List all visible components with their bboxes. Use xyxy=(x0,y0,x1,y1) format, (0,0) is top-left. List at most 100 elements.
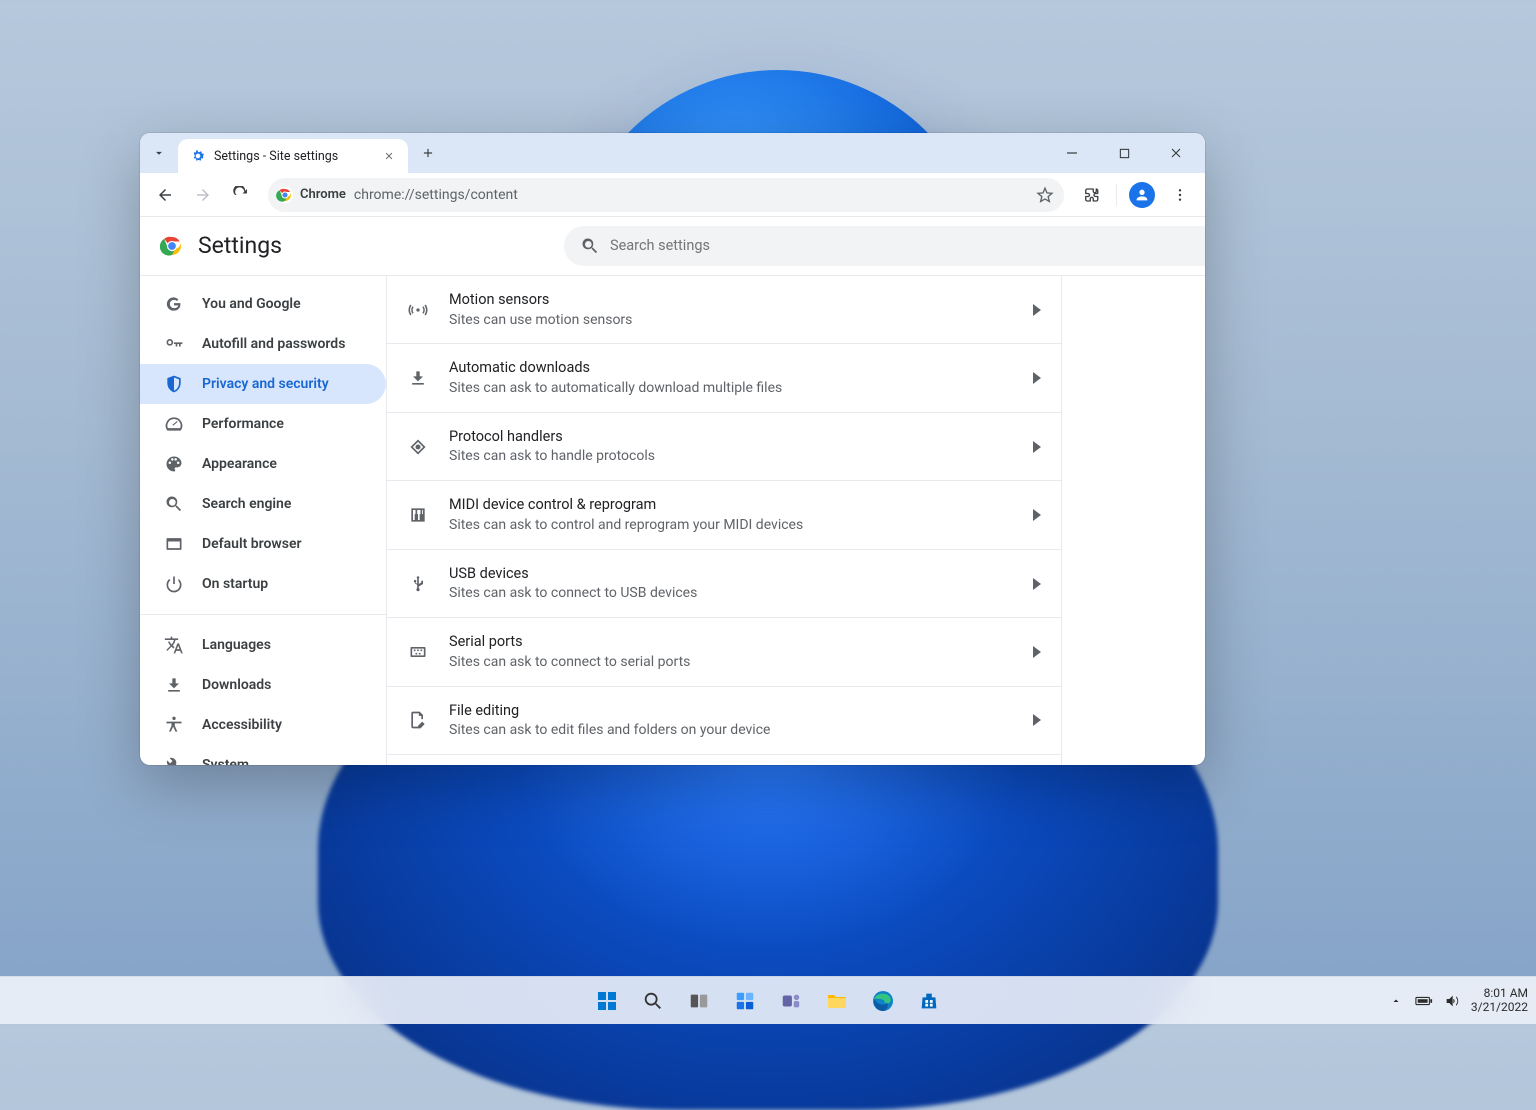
permissions-card: Motion sensorsSites can use motion senso… xyxy=(386,276,1062,765)
settings-search[interactable] xyxy=(564,226,1205,266)
taskbar-store[interactable] xyxy=(909,981,949,1021)
battery-icon[interactable] xyxy=(1415,992,1433,1010)
chevron-right-icon xyxy=(1033,578,1041,590)
sidebar-item-languages[interactable]: Languages xyxy=(140,625,386,665)
row-hid-devices[interactable]: HID devicesAsk when a site wants to acce… xyxy=(387,754,1061,765)
sidebar-item-search-engine[interactable]: Search engine xyxy=(140,484,386,524)
taskbar-taskview[interactable] xyxy=(679,981,719,1021)
chevron-right-icon xyxy=(1033,372,1041,384)
chevron-right-icon xyxy=(1033,509,1041,521)
maximize-icon xyxy=(1119,148,1130,159)
window-close-button[interactable] xyxy=(1153,137,1199,169)
reload-icon xyxy=(232,186,250,204)
edge-icon xyxy=(871,989,895,1013)
url-chip-label: Chrome xyxy=(300,187,346,202)
avatar-icon xyxy=(1129,182,1155,208)
settings-content: Motion sensorsSites can use motion senso… xyxy=(386,276,1205,765)
window-minimize-button[interactable] xyxy=(1049,137,1095,169)
tab-close-button[interactable] xyxy=(380,147,398,165)
address-bar[interactable]: Chrome chrome://settings/content xyxy=(268,178,1064,212)
settings-header: Settings xyxy=(140,217,1205,275)
sidebar-item-on-startup[interactable]: On startup xyxy=(140,564,386,604)
browser-toolbar: Chrome chrome://settings/content xyxy=(140,173,1205,217)
sidebar-item-performance[interactable]: Performance xyxy=(140,404,386,444)
row-automatic-downloads[interactable]: Automatic downloadsSites can ask to auto… xyxy=(387,343,1061,411)
row-motion-sensors[interactable]: Motion sensorsSites can use motion senso… xyxy=(387,276,1061,343)
minimize-icon xyxy=(1066,147,1078,159)
extensions-button[interactable] xyxy=(1074,178,1108,212)
sidebar-item-privacy[interactable]: Privacy and security xyxy=(140,364,386,404)
new-tab-button[interactable] xyxy=(414,139,442,167)
tab-title: Settings - Site settings xyxy=(214,149,372,164)
bookmark-button[interactable] xyxy=(1036,186,1054,204)
browser-tab[interactable]: Settings - Site settings xyxy=(178,139,408,173)
chrome-menu-button[interactable] xyxy=(1163,178,1197,212)
taskbar-explorer[interactable] xyxy=(817,981,857,1021)
taskbar-teams[interactable] xyxy=(771,981,811,1021)
widgets-icon xyxy=(734,990,756,1012)
sidebar-item-you-and-google[interactable]: You and Google xyxy=(140,284,386,324)
search-icon xyxy=(580,236,600,256)
chevron-right-icon xyxy=(1033,714,1041,726)
search-icon xyxy=(164,494,184,514)
store-icon xyxy=(918,990,940,1012)
protocol-icon xyxy=(407,437,429,457)
sidebar-item-downloads[interactable]: Downloads xyxy=(140,665,386,705)
content-scroll[interactable]: Motion sensorsSites can use motion senso… xyxy=(386,276,1205,765)
sidebar-item-autofill[interactable]: Autofill and passwords xyxy=(140,324,386,364)
sidebar-item-system[interactable]: System xyxy=(140,745,386,765)
download-icon xyxy=(164,675,184,695)
chevron-down-icon xyxy=(152,146,166,160)
url-text: chrome://settings/content xyxy=(354,187,1028,203)
row-protocol-handlers[interactable]: Protocol handlersSites can ask to handle… xyxy=(387,412,1061,480)
row-midi[interactable]: MIDI device control & reprogramSites can… xyxy=(387,480,1061,548)
google-g-icon xyxy=(164,294,184,314)
row-file-editing[interactable]: File editingSites can ask to edit files … xyxy=(387,686,1061,754)
arrow-right-icon xyxy=(194,186,212,204)
window-maximize-button[interactable] xyxy=(1101,137,1147,169)
page-title: Settings xyxy=(198,232,282,259)
system-tray[interactable]: 8:01 AM 3/21/2022 xyxy=(1387,987,1528,1015)
chevron-right-icon xyxy=(1033,304,1041,316)
row-usb[interactable]: USB devicesSites can ask to connect to U… xyxy=(387,549,1061,617)
taskview-icon xyxy=(688,990,710,1012)
windows-icon xyxy=(595,989,619,1013)
sidebar-scroll[interactable]: You and Google Autofill and passwords Pr… xyxy=(140,276,386,765)
profile-button[interactable] xyxy=(1125,178,1159,212)
volume-icon[interactable] xyxy=(1443,992,1461,1010)
tray-chevron-icon[interactable] xyxy=(1387,992,1405,1010)
taskbar-search[interactable] xyxy=(633,981,673,1021)
windows-taskbar: 8:01 AM 3/21/2022 xyxy=(0,976,1536,1024)
star-icon xyxy=(1036,186,1054,204)
tab-strip: Settings - Site settings xyxy=(140,133,1205,173)
gauge-icon xyxy=(164,414,184,434)
sidebar-item-default-browser[interactable]: Default browser xyxy=(140,524,386,564)
chrome-favicon-icon xyxy=(276,186,294,204)
taskbar-widgets[interactable] xyxy=(725,981,765,1021)
tabs-dropdown-button[interactable] xyxy=(146,140,172,166)
usb-icon xyxy=(407,574,429,594)
sidebar-item-accessibility[interactable]: Accessibility xyxy=(140,705,386,745)
taskbar-edge[interactable] xyxy=(863,981,903,1021)
sidebar-item-appearance[interactable]: Appearance xyxy=(140,444,386,484)
chrome-logo-icon xyxy=(160,234,184,258)
key-icon xyxy=(164,334,184,354)
forward-button[interactable] xyxy=(186,178,220,212)
chevron-right-icon xyxy=(1033,646,1041,658)
search-input[interactable] xyxy=(610,237,1205,254)
piano-icon xyxy=(407,505,429,525)
back-button[interactable] xyxy=(148,178,182,212)
palette-icon xyxy=(164,454,184,474)
folder-icon xyxy=(825,989,849,1013)
wrench-icon xyxy=(164,755,184,765)
tray-clock[interactable]: 8:01 AM 3/21/2022 xyxy=(1471,987,1528,1015)
reload-button[interactable] xyxy=(224,178,258,212)
chevron-right-icon xyxy=(1033,441,1041,453)
arrow-left-icon xyxy=(156,186,174,204)
start-button[interactable] xyxy=(587,981,627,1021)
close-icon xyxy=(384,151,394,161)
row-serial-ports[interactable]: Serial portsSites can ask to connect to … xyxy=(387,617,1061,685)
shield-icon xyxy=(164,374,184,394)
settings-sidebar: You and Google Autofill and passwords Pr… xyxy=(140,276,386,765)
plus-icon xyxy=(421,146,435,160)
